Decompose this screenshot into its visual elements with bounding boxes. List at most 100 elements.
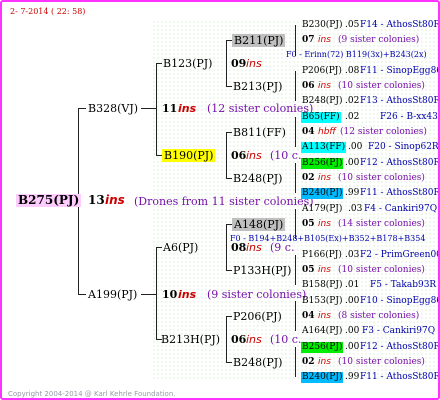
gen4-ref: F26 - B-xx43 — [380, 112, 438, 122]
gen4-ref: F11 - AthosSt80R — [360, 188, 440, 198]
gen1-top-id[interactable]: B328(VJ) — [88, 102, 138, 115]
gen4-ref: F4 - Cankiri97Q — [364, 204, 438, 214]
gen1-top-generation: 11 — [162, 102, 178, 115]
gen4-id[interactable]: B153(PJ) — [302, 296, 342, 307]
connector-line — [226, 316, 227, 362]
gen3-id[interactable]: P133H(PJ) — [233, 264, 291, 277]
gen4-value: .08 — [345, 66, 360, 76]
gen1-bottom-generation: 10 — [162, 288, 178, 301]
gen4-id[interactable]: B248(PJ) — [302, 96, 342, 107]
connector-line — [295, 163, 296, 193]
gen3-id[interactable]: B213(PJ) — [233, 80, 282, 93]
gen4-ref: F11 - SinopEgg86R — [360, 66, 440, 76]
connector-line — [141, 108, 157, 109]
gen4-generation: 05 — [302, 219, 315, 229]
gen4-value: .99 — [345, 372, 360, 382]
connector-line — [226, 40, 227, 86]
connector-line — [295, 71, 296, 101]
gen4-note: (10 sister colonies) — [338, 81, 425, 91]
connector-line — [141, 294, 157, 295]
gen2-generation: 06 — [231, 333, 247, 346]
gen4-id[interactable]: A113(FF) — [301, 142, 347, 153]
gen4-generation: 02 — [302, 173, 315, 183]
gen4-id[interactable]: B230(PJ) — [302, 20, 342, 31]
connector-line — [295, 347, 296, 377]
connector-line — [226, 316, 232, 317]
pedigree-frame: 2- 7-2014 ( 22: 58) B275(PJ) 13 ins (Dro… — [0, 0, 440, 400]
gen4-note: (12 sister colonies) — [340, 127, 427, 137]
gen4-note: (14 sister colonies) — [338, 219, 425, 229]
gen4-value: .05 — [345, 20, 360, 30]
gen2-generation: 06 — [231, 149, 247, 162]
gen4-generation: 05 — [302, 265, 315, 275]
gen4-value: .02 — [345, 96, 360, 106]
gen1-top-note: (12 sister colonies) — [207, 102, 314, 115]
gen4-ref: F12 - AthosSt80R — [360, 158, 440, 168]
gen4-id[interactable]: B256(PJ) — [301, 158, 344, 169]
gen4-id[interactable]: P206(PJ) — [302, 66, 342, 77]
gen4-ref: F10 - SinopEgg86R — [360, 296, 440, 306]
gen3-id[interactable]: B211(PJ) — [232, 34, 286, 47]
gen4-value: .00 — [348, 142, 363, 152]
root-colony-id[interactable]: B275(PJ) — [16, 194, 82, 207]
gen4-ref: F2 - PrimGreen00 — [360, 250, 440, 260]
gen4-ins: ins — [318, 35, 331, 45]
gen2-id[interactable]: B213H(PJ) — [161, 333, 220, 346]
gen4-value: .99 — [345, 188, 360, 198]
gen4-value: .00 — [345, 342, 360, 352]
gen4-ins: ins — [318, 357, 331, 367]
gen4-id[interactable]: P166(PJ) — [302, 250, 342, 261]
connector-line — [226, 270, 232, 271]
gen4-ref: F5 - Takab93R — [370, 280, 437, 290]
gen2-generation: 09 — [231, 57, 247, 70]
gen1-bottom-ins: ins — [178, 288, 197, 301]
connector-line — [226, 132, 232, 133]
gen4-id[interactable]: B256(PJ) — [301, 342, 344, 353]
gen4-ref: F0 - Erinn(72) B119(3x)+B243(2x) — [286, 50, 427, 59]
gen3-id[interactable]: P206(PJ) — [233, 310, 282, 323]
connector-line — [226, 362, 232, 363]
gen4-id[interactable]: A164(PJ) — [302, 326, 342, 337]
gen4-ref: F13 - AthosSt80R — [360, 96, 440, 106]
gen4-generation: 02 — [302, 357, 315, 367]
gen4-ref: F14 - AthosSt80R — [360, 20, 440, 30]
gen4-id[interactable]: B65(FF) — [301, 112, 341, 123]
gen2-id[interactable]: B123(PJ) — [163, 57, 212, 70]
gen1-bottom-id[interactable]: A199(PJ) — [88, 288, 137, 301]
connector-line — [78, 294, 86, 295]
gen4-generation: 06 — [302, 81, 315, 91]
connector-line — [295, 117, 296, 147]
gen3-id[interactable]: B248(PJ) — [233, 172, 282, 185]
gen4-generation: 04 — [302, 127, 315, 137]
gen4-id[interactable]: A179(PJ) — [302, 204, 342, 215]
gen2-id[interactable]: A6(PJ) — [163, 241, 198, 254]
gen1-top-ins: ins — [178, 102, 197, 115]
gen4-value: .01 — [345, 280, 360, 290]
connector-line — [226, 178, 232, 179]
connector-line — [226, 132, 227, 178]
gen4-value: .02 — [345, 112, 360, 122]
gen2-ins: ins — [246, 149, 262, 162]
gen3-id[interactable]: A148(PJ) — [232, 218, 286, 231]
gen4-id[interactable]: B158(PJ) — [302, 280, 342, 291]
connector-line — [156, 247, 162, 248]
root-generation: 13 — [88, 193, 105, 207]
gen4-ins: hbff — [318, 127, 336, 137]
gen4-id[interactable]: B240(PJ) — [301, 188, 344, 199]
gen4-ref: F12 - AthosSt80R — [360, 342, 440, 352]
gen4-id[interactable]: B240(PJ) — [301, 372, 344, 383]
gen3-id[interactable]: B811(FF) — [233, 126, 286, 139]
date-label: 2- 7-2014 ( 22: 58) — [10, 7, 86, 16]
root-note: (Drones from 11 sister colonies) — [134, 195, 314, 208]
connector-line — [156, 247, 157, 339]
gen2-ins: ins — [246, 333, 262, 346]
connector-line — [226, 224, 227, 270]
gen4-value: .00 — [345, 158, 360, 168]
gen4-note: (8 sister colonies) — [338, 311, 420, 321]
gen3-id[interactable]: B248(PJ) — [233, 356, 282, 369]
gen4-ins: ins — [318, 173, 331, 183]
gen2-id[interactable]: B190(PJ) — [162, 149, 216, 162]
gen2-note: (10 c. — [270, 149, 302, 162]
gen2-ins: ins — [246, 57, 262, 70]
copyright: Copyright 2004-2014 @ Karl Kehrle Founda… — [8, 390, 176, 398]
